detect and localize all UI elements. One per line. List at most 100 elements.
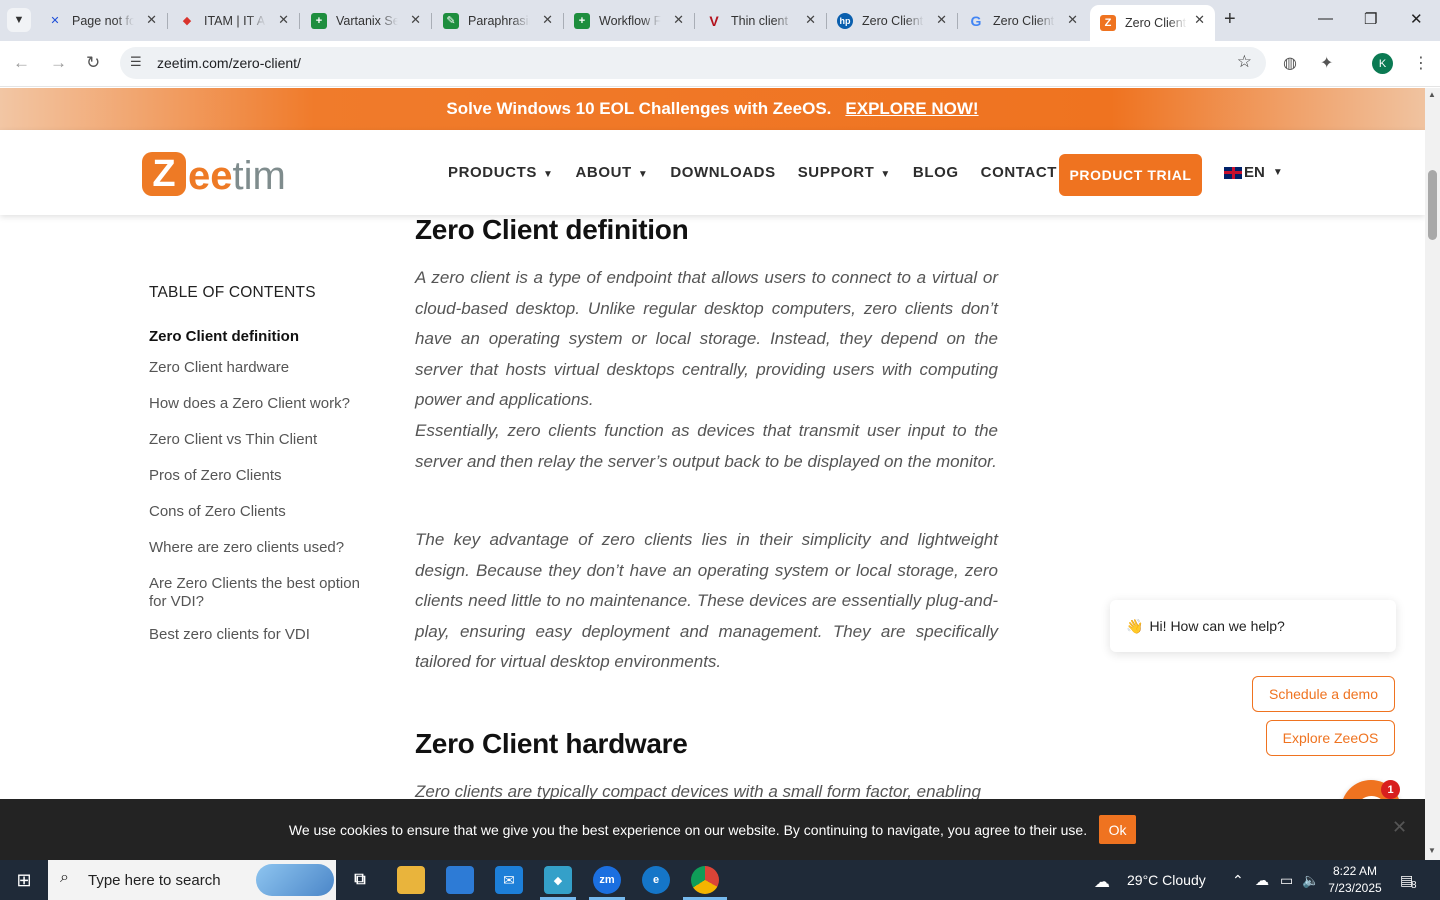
tab-zero-client-hp[interactable]: hp Zero Client ✕ bbox=[827, 6, 958, 35]
profile-avatar[interactable]: K bbox=[1372, 53, 1393, 74]
paragraph: A zero client is a type of endpoint that… bbox=[415, 268, 998, 410]
translate-icon[interactable]: ◍ bbox=[1283, 53, 1297, 73]
task-view-icon[interactable]: ⧉ bbox=[346, 866, 374, 894]
heading-zero-client-definition: Zero Client definition bbox=[415, 214, 689, 245]
close-tab-icon[interactable]: ✕ bbox=[936, 12, 947, 28]
search-highlight-icon bbox=[256, 864, 334, 896]
close-tab-icon[interactable]: ✕ bbox=[673, 12, 684, 28]
new-tab-icon[interactable]: + bbox=[1224, 8, 1236, 31]
microsoft-store-icon[interactable] bbox=[446, 866, 474, 894]
toc-item-zero-vs-thin[interactable]: Zero Client vs Thin Client bbox=[149, 431, 379, 449]
v-logo-icon: V bbox=[709, 12, 719, 29]
nav-contact[interactable]: CONTACT bbox=[981, 164, 1057, 181]
close-tab-icon[interactable]: ✕ bbox=[1067, 12, 1078, 28]
chevron-up-icon[interactable]: ⌃ bbox=[1232, 872, 1244, 889]
close-tab-icon[interactable]: ✕ bbox=[805, 12, 816, 28]
paragraph: Essentially, zero clients function as de… bbox=[415, 421, 998, 471]
file-explorer-icon[interactable] bbox=[397, 866, 425, 894]
tab-paraphrasing[interactable]: ✎ Paraphrasin ✕ bbox=[433, 6, 564, 35]
table-of-contents: TABLE OF CONTENTS Zero Client definition… bbox=[149, 284, 379, 643]
product-trial-button[interactable]: PRODUCT TRIAL bbox=[1059, 154, 1202, 196]
extensions-icon[interactable]: ✦ bbox=[1320, 53, 1333, 73]
bookmark-star-icon[interactable]: ☆ bbox=[1237, 52, 1252, 72]
close-tab-icon[interactable]: ✕ bbox=[542, 12, 553, 28]
promo-explore-link[interactable]: EXPLORE NOW! bbox=[845, 99, 978, 119]
cookie-ok-button[interactable]: Ok bbox=[1099, 815, 1137, 844]
onedrive-icon[interactable]: ☁ bbox=[1255, 872, 1269, 889]
nav-products[interactable]: PRODUCTS ▼ bbox=[448, 164, 553, 181]
tab-page-not-found[interactable]: ✕ Page not fo ✕ bbox=[37, 6, 168, 35]
toc-item-best-zero-clients[interactable]: Best zero clients for VDI bbox=[149, 626, 379, 644]
zeetim-logo[interactable]: Z ee tim bbox=[142, 150, 286, 196]
heading-zero-client-hardware: Zero Client hardware bbox=[415, 728, 688, 759]
tab-zero-client-google[interactable]: G Zero Client ✕ bbox=[958, 6, 1088, 35]
tab-itam[interactable]: ◆ ITAM | IT A ✕ bbox=[169, 6, 300, 35]
scroll-thumb[interactable] bbox=[1428, 170, 1437, 240]
nav-support[interactable]: SUPPORT ▼ bbox=[798, 164, 891, 181]
toc-item-zero-client-hardware[interactable]: Zero Client hardware bbox=[149, 359, 379, 377]
reload-icon[interactable]: ↻ bbox=[86, 53, 100, 73]
back-icon[interactable]: ← bbox=[13, 53, 30, 73]
mail-icon[interactable]: ✉ bbox=[495, 866, 523, 894]
explore-zeeos-button[interactable]: Explore ZeeOS bbox=[1266, 720, 1395, 756]
toc-item-cons[interactable]: Cons of Zero Clients bbox=[149, 503, 379, 521]
address-bar: ← → ↻ ☰ zeetim.com/zero-client/ ☆ ◍ ✦ K … bbox=[0, 41, 1440, 87]
restore-icon[interactable]: ❐ bbox=[1364, 10, 1377, 28]
page-scrollbar[interactable]: ▲ ▼ bbox=[1425, 88, 1440, 860]
sheets-edit-icon: ✎ bbox=[443, 12, 459, 29]
nav-downloads[interactable]: DOWNLOADS bbox=[670, 164, 775, 181]
promo-banner: Solve Windows 10 EOL Challenges with Zee… bbox=[0, 88, 1425, 130]
windows-taskbar: ⊞ ⌕ Type here to search ⧉ ✉ ◆ zm e ☁ 29°… bbox=[0, 860, 1440, 900]
zoom-icon[interactable]: zm bbox=[593, 866, 621, 894]
menu-kebab-icon[interactable]: ⋮ bbox=[1413, 53, 1429, 73]
tab-thin-client[interactable]: V Thin client ✕ bbox=[696, 6, 827, 35]
language-selector[interactable]: EN ▼ bbox=[1224, 164, 1283, 181]
toc-item-how-it-works[interactable]: How does a Zero Client work? bbox=[149, 395, 379, 413]
chevron-down-icon: ▼ bbox=[1272, 167, 1283, 178]
toc-item-where-used[interactable]: Where are zero clients used? bbox=[149, 539, 379, 557]
windows-start-icon[interactable]: ⊞ bbox=[0, 860, 48, 900]
uk-flag-icon bbox=[1224, 166, 1242, 179]
forward-icon[interactable]: → bbox=[50, 53, 67, 73]
tab-workflow[interactable]: + Workflow F ✕ bbox=[564, 6, 695, 35]
chrome-icon[interactable] bbox=[691, 866, 719, 894]
weather-text[interactable]: 29°C Cloudy bbox=[1127, 872, 1206, 888]
schedule-demo-button[interactable]: Schedule a demo bbox=[1252, 676, 1395, 712]
cookie-banner: We use cookies to ensure that we give yo… bbox=[0, 799, 1425, 860]
weather-cloud-icon[interactable]: ☁ bbox=[1094, 872, 1110, 892]
network-icon[interactable]: ▭ bbox=[1280, 872, 1293, 889]
toc-title: TABLE OF CONTENTS bbox=[149, 284, 316, 301]
tab-search-chevron-icon[interactable]: ▼ bbox=[7, 8, 31, 32]
close-window-icon[interactable]: ✕ bbox=[1410, 10, 1423, 28]
nav-blog[interactable]: BLOG bbox=[913, 164, 959, 181]
app-diamond-icon[interactable]: ◆ bbox=[544, 866, 572, 894]
close-icon[interactable]: ✕ bbox=[1392, 817, 1407, 838]
chevron-down-icon: ▼ bbox=[542, 169, 554, 180]
site-info-icon[interactable]: ☰ bbox=[130, 54, 142, 70]
scroll-down-icon[interactable]: ▼ bbox=[1428, 846, 1436, 855]
minimize-icon[interactable]: — bbox=[1318, 10, 1333, 27]
chat-greeting[interactable]: 👋 Hi! How can we help? bbox=[1110, 600, 1396, 652]
web-page: Solve Windows 10 EOL Challenges with Zee… bbox=[0, 88, 1425, 860]
promo-text: Solve Windows 10 EOL Challenges with Zee… bbox=[446, 99, 832, 118]
toc-item-zero-client-definition[interactable]: Zero Client definition bbox=[149, 328, 379, 346]
hp-logo-icon: hp bbox=[837, 12, 853, 29]
chevron-down-icon: ▼ bbox=[880, 169, 891, 180]
toc-item-pros[interactable]: Pros of Zero Clients bbox=[149, 467, 379, 485]
tab-vartanix[interactable]: + Vartanix Se ✕ bbox=[301, 6, 432, 35]
tab-zero-client-zeetim[interactable]: Z Zero Client ✕ bbox=[1090, 5, 1215, 41]
close-tab-icon[interactable]: ✕ bbox=[410, 12, 421, 28]
edge-icon[interactable]: e bbox=[642, 866, 670, 894]
scroll-up-icon[interactable]: ▲ bbox=[1428, 90, 1436, 99]
volume-icon[interactable]: 🔈 bbox=[1302, 872, 1319, 889]
diamond-logo-icon: ◆ bbox=[182, 15, 192, 27]
close-tab-icon[interactable]: ✕ bbox=[1194, 12, 1205, 28]
toc-item-best-option-vdi[interactable]: Are Zero Clients the best option for VDI… bbox=[149, 575, 379, 611]
url-input[interactable]: ☰ zeetim.com/zero-client/ ☆ bbox=[120, 47, 1266, 79]
nav-about[interactable]: ABOUT ▼ bbox=[575, 164, 648, 181]
close-tab-icon[interactable]: ✕ bbox=[278, 12, 289, 28]
sheets-icon: + bbox=[574, 12, 590, 29]
taskbar-search-input[interactable]: ⌕ Type here to search bbox=[48, 860, 336, 900]
system-clock[interactable]: 8:22 AM 7/23/2025 bbox=[1324, 863, 1386, 897]
close-tab-icon[interactable]: ✕ bbox=[146, 12, 157, 28]
